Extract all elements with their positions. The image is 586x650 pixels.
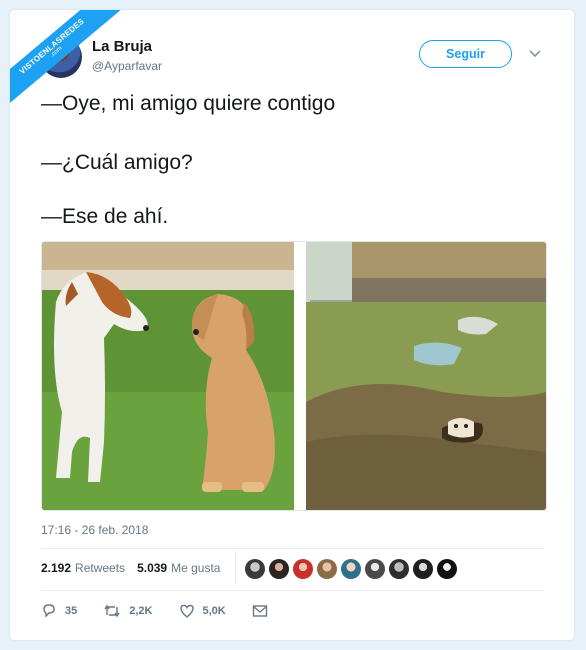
liker-avatar[interactable] [269, 559, 289, 579]
liker-avatar[interactable] [437, 559, 457, 579]
retweet-icon [104, 604, 120, 618]
like-count: 5,0K [202, 605, 226, 617]
likes-count[interactable]: 5.039 [137, 561, 167, 575]
stats-divider [235, 550, 236, 584]
like-button[interactable]: 5,0K [179, 603, 226, 619]
tweet-photo-image [42, 242, 546, 510]
retweet-button[interactable]: 2,2K [103, 603, 153, 619]
divider-top [41, 548, 544, 549]
likes-label[interactable]: Me gusta [171, 561, 220, 575]
liker-avatar[interactable] [245, 559, 265, 579]
tweet-line-2: —¿Cuál amigo? [41, 151, 193, 174]
divider-bottom [41, 590, 544, 591]
retweets-label[interactable]: Retweets [75, 561, 125, 575]
photo-left-panel [42, 242, 294, 510]
tweet-line-1: —Oye, mi amigo quiere contigo [41, 92, 336, 115]
liker-avatar[interactable] [317, 559, 337, 579]
engagement-stats: 2.192 Retweets 5.039 Me gusta [41, 561, 228, 575]
user-handle[interactable]: @Ayparfavar [92, 59, 162, 73]
user-name[interactable]: La Bruja [92, 38, 152, 55]
tweet-timestamp[interactable]: 17:16 - 26 feb. 2018 [41, 523, 148, 537]
retweet-count: 2,2K [129, 605, 153, 617]
photo-right-panel [306, 242, 546, 510]
message-icon [252, 605, 267, 617]
chevron-down-icon[interactable] [528, 48, 542, 60]
follow-button[interactable]: Seguir [419, 40, 512, 68]
message-button[interactable] [252, 604, 268, 618]
heart-icon [179, 604, 194, 618]
liker-avatar[interactable] [293, 559, 313, 579]
liker-avatar[interactable] [365, 559, 385, 579]
liker-avatar[interactable] [389, 559, 409, 579]
retweets-count[interactable]: 2.192 [41, 561, 71, 575]
liker-avatar[interactable] [413, 559, 433, 579]
reply-button[interactable]: 35 [41, 603, 77, 619]
tweet-actions: 35 2,2K 5,0K [41, 603, 294, 619]
liker-avatar[interactable] [341, 559, 361, 579]
tweet-card: VISTOENLASREDES .com La Bruja @Ayparfava… [10, 10, 574, 640]
reply-icon [43, 604, 55, 618]
reply-count: 35 [65, 605, 78, 617]
liker-avatars [245, 559, 457, 579]
tweet-line-3: —Ese de ahí. [41, 205, 169, 228]
tweet-photo[interactable] [41, 241, 547, 511]
